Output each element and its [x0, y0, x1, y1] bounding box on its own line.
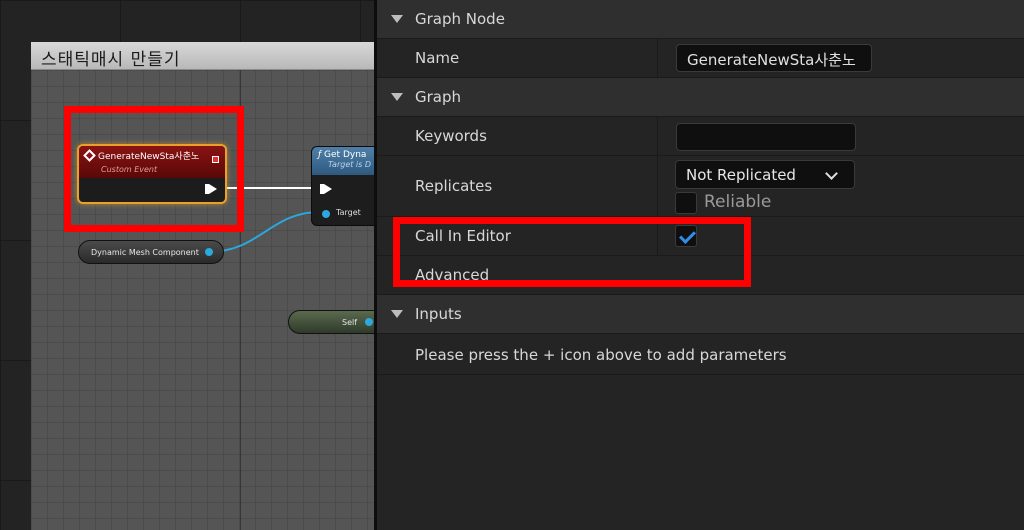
- name-input[interactable]: GenerateNewSta사춘노: [676, 44, 872, 72]
- replicates-label: Replicates: [415, 177, 493, 195]
- exec-output-pin-icon[interactable]: [205, 184, 217, 194]
- function-node[interactable]: ƒ Get Dyna Target is D Target: [311, 146, 374, 226]
- name-label: Name: [415, 49, 460, 67]
- function-node-header: ƒ Get Dyna Target is D: [312, 147, 374, 175]
- chevron-down-icon: [825, 167, 838, 180]
- data-wire: [207, 211, 321, 253]
- function-node-title: Get Dyna: [324, 150, 367, 160]
- call-in-editor-label: Call In Editor: [415, 227, 511, 245]
- section-title: Graph: [415, 88, 462, 106]
- collapse-arrow-icon[interactable]: [391, 93, 403, 101]
- custom-event-icon: [83, 149, 96, 162]
- collapse-arrow-icon[interactable]: [391, 310, 403, 318]
- section-title: Inputs: [415, 305, 462, 323]
- keywords-label: Keywords: [415, 127, 487, 145]
- self-node-label: Self: [342, 317, 358, 327]
- output-pin-icon[interactable]: [205, 248, 213, 256]
- inputs-info-message: Please press the + icon above to add par…: [415, 346, 787, 364]
- row-call-in-editor: Call In Editor: [377, 217, 1024, 256]
- event-node-header: GenerateNewSta사춘노 Custom Event: [79, 146, 225, 178]
- target-pin-label: Target: [336, 208, 361, 217]
- call-in-editor-checkbox[interactable]: [675, 225, 697, 247]
- row-divider: [657, 39, 658, 77]
- details-panel: Graph Node Name GenerateNewSta사춘노 Graph …: [374, 0, 1024, 530]
- self-output-pin-icon[interactable]: [365, 318, 373, 326]
- variable-node-label: Dynamic Mesh Component: [91, 247, 199, 257]
- row-keywords: Keywords: [377, 117, 1024, 156]
- row-divider: [657, 156, 658, 216]
- advanced-label[interactable]: Advanced: [415, 266, 489, 284]
- row-advanced[interactable]: Advanced: [377, 256, 1024, 295]
- collapse-arrow-icon[interactable]: [391, 15, 403, 23]
- section-inputs[interactable]: Inputs: [377, 295, 1024, 334]
- blueprint-graph-canvas[interactable]: 스태틱매시 만들기 GenerateNewSta사춘노 Custom Event…: [0, 0, 374, 530]
- reliable-checkbox[interactable]: [675, 192, 697, 214]
- exec-input-pin-icon[interactable]: [320, 184, 332, 194]
- row-divider: [657, 117, 658, 155]
- event-node-subtitle: Custom Event: [101, 165, 158, 174]
- replicates-value: Not Replicated: [686, 166, 796, 184]
- target-pin-icon[interactable]: [322, 210, 330, 218]
- custom-event-node[interactable]: GenerateNewSta사춘노 Custom Event: [77, 144, 227, 204]
- reliable-label: Reliable: [704, 192, 772, 212]
- dynamic-mesh-component-node[interactable]: Dynamic Mesh Component: [78, 240, 224, 264]
- event-node-title: GenerateNewSta사춘노: [98, 152, 200, 162]
- section-graph-node[interactable]: Graph Node: [377, 0, 1024, 39]
- delegate-pin-icon[interactable]: [212, 156, 219, 163]
- section-title: Graph Node: [415, 10, 505, 28]
- row-name: Name GenerateNewSta사춘노: [377, 39, 1024, 78]
- function-node-subtitle: Target is D: [328, 160, 372, 169]
- function-icon: ƒ: [318, 150, 322, 160]
- self-node[interactable]: Self: [288, 310, 374, 334]
- row-divider: [657, 217, 658, 255]
- replicates-dropdown[interactable]: Not Replicated: [675, 160, 855, 189]
- keywords-input[interactable]: [676, 123, 856, 151]
- section-graph[interactable]: Graph: [377, 78, 1024, 117]
